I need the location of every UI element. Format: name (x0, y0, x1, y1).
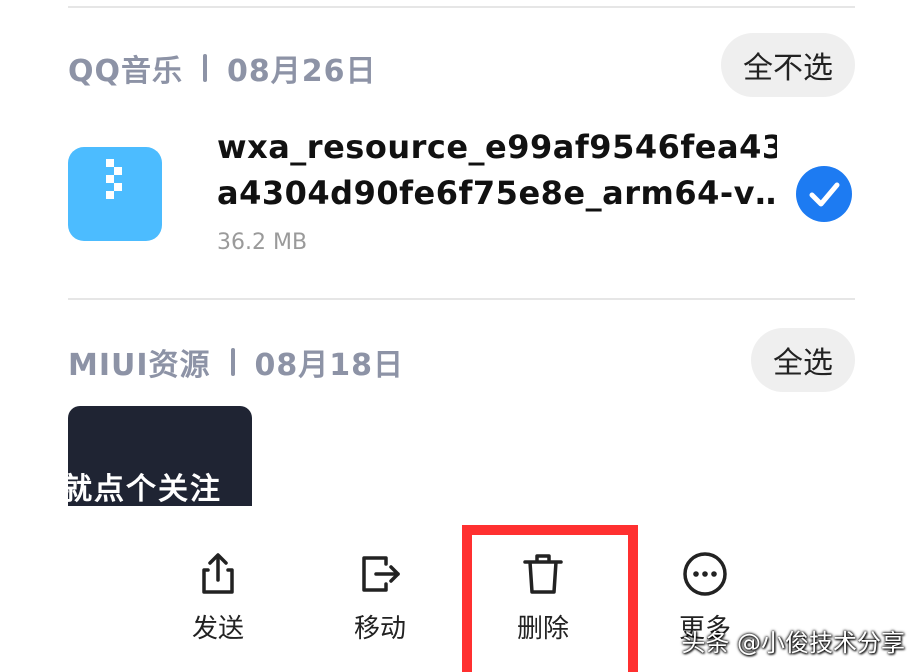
file-name-line-1: wxa_resource_e99af9546fea436 (217, 128, 777, 166)
delete-highlight-box (462, 525, 638, 672)
file-name[interactable]: wxa_resource_e99af9546fea436 a4304d90fe6… (217, 124, 777, 216)
file-name-line-2: a4304d90fe6f75e8e_arm64-v… (217, 174, 777, 212)
watermark-text: 头条 @小俊技术分享 (681, 629, 905, 657)
thumbnail-text: 就点个关注 (68, 472, 222, 506)
section-source: MIUI资源 (68, 348, 211, 383)
move-icon (362, 556, 400, 592)
move-button[interactable]: 移动 (325, 550, 435, 645)
select-all-button[interactable]: 全选 (751, 328, 855, 392)
section-source: QQ音乐 (68, 54, 184, 89)
send-label: 发送 (191, 614, 244, 644)
image-thumbnail[interactable]: 就点个关注 (68, 406, 252, 506)
file-size: 36.2 MB (217, 230, 308, 255)
move-label: 移动 (353, 614, 406, 644)
share-icon (202, 553, 234, 594)
zip-file-icon (68, 147, 162, 241)
more-icon (683, 552, 727, 596)
section-divider (68, 298, 855, 300)
section-header-miui: MIUI资源 08月18日 (68, 340, 404, 384)
section-date: 08月18日 (254, 348, 405, 383)
send-button[interactable]: 发送 (163, 550, 273, 645)
checkmark-icon[interactable] (796, 166, 852, 222)
section-header-qq-music: QQ音乐 08月26日 (68, 46, 377, 90)
deselect-all-button[interactable]: 全不选 (721, 33, 855, 97)
top-divider (68, 6, 855, 8)
section-separator (230, 348, 235, 376)
file-manager-screen: QQ音乐 08月26日 全不选 wxa_resource_e99af9546fe… (0, 0, 923, 672)
section-separator (203, 54, 208, 82)
section-date: 08月26日 (227, 54, 377, 89)
